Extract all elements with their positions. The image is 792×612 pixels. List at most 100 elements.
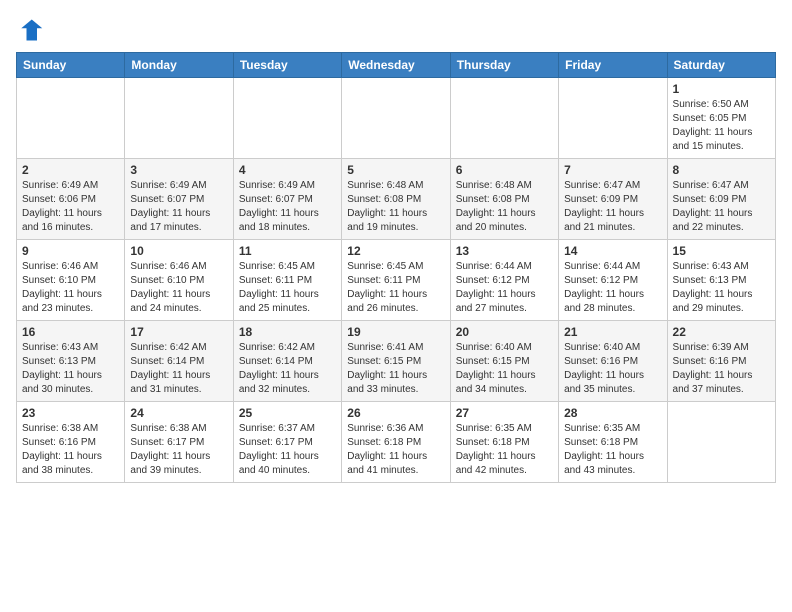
weekday-header-tuesday: Tuesday [233,53,341,78]
calendar-cell [17,78,125,159]
day-number: 8 [673,163,770,177]
day-number: 7 [564,163,661,177]
day-number: 15 [673,244,770,258]
day-info: Sunrise: 6:44 AM Sunset: 6:12 PM Dayligh… [564,260,661,316]
calendar-cell: 18 Sunrise: 6:42 AM Sunset: 6:14 PM Dayli… [233,321,341,402]
day-info: Sunrise: 6:38 AM Sunset: 6:17 PM Dayligh… [130,422,227,478]
day-info: Sunrise: 6:43 AM Sunset: 6:13 PM Dayligh… [673,260,770,316]
day-number: 14 [564,244,661,258]
day-info: Sunrise: 6:40 AM Sunset: 6:15 PM Dayligh… [456,341,553,397]
calendar-cell: 12 Sunrise: 6:45 AM Sunset: 6:11 PM Dayli… [342,240,450,321]
calendar-cell [233,78,341,159]
day-info: Sunrise: 6:49 AM Sunset: 6:06 PM Dayligh… [22,179,119,235]
day-number: 25 [239,406,336,420]
calendar-week-3: 9Sunrise: 6:46 AM Sunset: 6:10 PM Daylig… [17,240,776,321]
day-number: 26 [347,406,444,420]
calendar-cell: 25 Sunrise: 6:37 AM Sunset: 6:17 PM Dayli… [233,402,341,483]
day-number: 5 [347,163,444,177]
day-info: Sunrise: 6:45 AM Sunset: 6:11 PM Dayligh… [239,260,336,316]
day-number: 12 [347,244,444,258]
day-number: 17 [130,325,227,339]
calendar-cell: 19 Sunrise: 6:41 AM Sunset: 6:15 PM Dayli… [342,321,450,402]
day-info: Sunrise: 6:45 AM Sunset: 6:11 PM Dayligh… [347,260,444,316]
day-info: Sunrise: 6:39 AM Sunset: 6:16 PM Dayligh… [673,341,770,397]
calendar-cell [125,78,233,159]
calendar-cell [450,78,558,159]
calendar-cell: 21Sunrise: 6:40 AM Sunset: 6:16 PM Dayli… [559,321,667,402]
calendar-cell: 23 Sunrise: 6:38 AM Sunset: 6:16 PM Dayli… [17,402,125,483]
weekday-header-thursday: Thursday [450,53,558,78]
calendar-cell: 13 Sunrise: 6:44 AM Sunset: 6:12 PM Dayli… [450,240,558,321]
day-info: Sunrise: 6:49 AM Sunset: 6:07 PM Dayligh… [239,179,336,235]
day-info: Sunrise: 6:46 AM Sunset: 6:10 PM Dayligh… [22,260,119,316]
calendar-cell: 24 Sunrise: 6:38 AM Sunset: 6:17 PM Dayli… [125,402,233,483]
day-number: 1 [673,82,770,96]
day-number: 23 [22,406,119,420]
day-info: Sunrise: 6:37 AM Sunset: 6:17 PM Dayligh… [239,422,336,478]
weekday-header-monday: Monday [125,53,233,78]
weekday-header-row: SundayMondayTuesdayWednesdayThursdayFrid… [17,53,776,78]
calendar-cell: 1 Sunrise: 6:50 AM Sunset: 6:05 PM Daylig… [667,78,775,159]
calendar-cell: 11 Sunrise: 6:45 AM Sunset: 6:11 PM Dayli… [233,240,341,321]
day-info: Sunrise: 6:36 AM Sunset: 6:18 PM Dayligh… [347,422,444,478]
day-number: 24 [130,406,227,420]
day-info: Sunrise: 6:44 AM Sunset: 6:12 PM Dayligh… [456,260,553,316]
calendar-cell: 15 Sunrise: 6:43 AM Sunset: 6:13 PM Dayli… [667,240,775,321]
logo [16,16,48,44]
calendar-cell: 22 Sunrise: 6:39 AM Sunset: 6:16 PM Dayli… [667,321,775,402]
calendar-cell: 20Sunrise: 6:40 AM Sunset: 6:15 PM Dayli… [450,321,558,402]
day-info: Sunrise: 6:38 AM Sunset: 6:16 PM Dayligh… [22,422,119,478]
day-number: 13 [456,244,553,258]
calendar-cell: 2 Sunrise: 6:49 AM Sunset: 6:06 PM Daylig… [17,159,125,240]
day-number: 27 [456,406,553,420]
day-info: Sunrise: 6:48 AM Sunset: 6:08 PM Dayligh… [347,179,444,235]
day-number: 19 [347,325,444,339]
day-number: 22 [673,325,770,339]
day-number: 28 [564,406,661,420]
day-info: Sunrise: 6:50 AM Sunset: 6:05 PM Dayligh… [673,98,770,154]
calendar-cell: 5 Sunrise: 6:48 AM Sunset: 6:08 PM Daylig… [342,159,450,240]
day-number: 10 [130,244,227,258]
day-number: 16 [22,325,119,339]
day-info: Sunrise: 6:35 AM Sunset: 6:18 PM Dayligh… [456,422,553,478]
day-info: Sunrise: 6:41 AM Sunset: 6:15 PM Dayligh… [347,341,444,397]
calendar-week-5: 23 Sunrise: 6:38 AM Sunset: 6:16 PM Dayli… [17,402,776,483]
calendar-cell: 28 Sunrise: 6:35 AM Sunset: 6:18 PM Dayli… [559,402,667,483]
calendar-cell: 9Sunrise: 6:46 AM Sunset: 6:10 PM Daylig… [17,240,125,321]
calendar-cell [342,78,450,159]
calendar-cell: 8 Sunrise: 6:47 AM Sunset: 6:09 PM Daylig… [667,159,775,240]
day-info: Sunrise: 6:47 AM Sunset: 6:09 PM Dayligh… [673,179,770,235]
calendar-cell: 4 Sunrise: 6:49 AM Sunset: 6:07 PM Daylig… [233,159,341,240]
weekday-header-wednesday: Wednesday [342,53,450,78]
calendar-week-1: 1 Sunrise: 6:50 AM Sunset: 6:05 PM Daylig… [17,78,776,159]
day-number: 11 [239,244,336,258]
calendar-table: SundayMondayTuesdayWednesdayThursdayFrid… [16,52,776,483]
day-info: Sunrise: 6:42 AM Sunset: 6:14 PM Dayligh… [130,341,227,397]
day-number: 3 [130,163,227,177]
page-header [16,16,776,44]
weekday-header-friday: Friday [559,53,667,78]
calendar-cell: 6 Sunrise: 6:48 AM Sunset: 6:08 PM Daylig… [450,159,558,240]
weekday-header-sunday: Sunday [17,53,125,78]
day-info: Sunrise: 6:42 AM Sunset: 6:14 PM Dayligh… [239,341,336,397]
calendar-cell: 10 Sunrise: 6:46 AM Sunset: 6:10 PM Dayli… [125,240,233,321]
calendar-cell: 14 Sunrise: 6:44 AM Sunset: 6:12 PM Dayli… [559,240,667,321]
calendar-cell: 3Sunrise: 6:49 AM Sunset: 6:07 PM Daylig… [125,159,233,240]
calendar-cell: 17 Sunrise: 6:42 AM Sunset: 6:14 PM Dayli… [125,321,233,402]
calendar-cell [559,78,667,159]
day-info: Sunrise: 6:47 AM Sunset: 6:09 PM Dayligh… [564,179,661,235]
day-number: 18 [239,325,336,339]
day-info: Sunrise: 6:40 AM Sunset: 6:16 PM Dayligh… [564,341,661,397]
day-number: 2 [22,163,119,177]
calendar-cell: 7 Sunrise: 6:47 AM Sunset: 6:09 PM Daylig… [559,159,667,240]
calendar-week-2: 2 Sunrise: 6:49 AM Sunset: 6:06 PM Daylig… [17,159,776,240]
day-number: 6 [456,163,553,177]
logo-icon [16,16,44,44]
calendar-cell [667,402,775,483]
day-info: Sunrise: 6:43 AM Sunset: 6:13 PM Dayligh… [22,341,119,397]
calendar-cell: 27 Sunrise: 6:35 AM Sunset: 6:18 PM Dayli… [450,402,558,483]
day-number: 4 [239,163,336,177]
day-info: Sunrise: 6:46 AM Sunset: 6:10 PM Dayligh… [130,260,227,316]
day-info: Sunrise: 6:48 AM Sunset: 6:08 PM Dayligh… [456,179,553,235]
day-info: Sunrise: 6:35 AM Sunset: 6:18 PM Dayligh… [564,422,661,478]
